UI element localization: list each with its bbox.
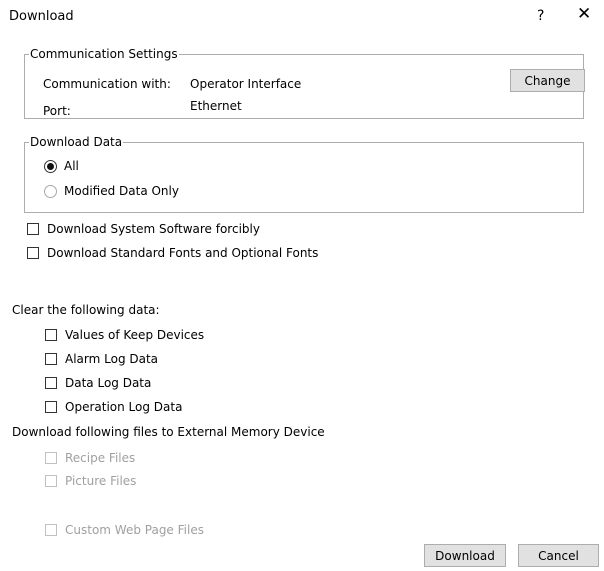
communication-with-label: Communication with:	[43, 77, 171, 91]
picture-files-label[interactable]: Picture Files	[65, 474, 136, 488]
keep-devices-label[interactable]: Values of Keep Devices	[65, 328, 204, 342]
radio-all[interactable]	[44, 160, 57, 173]
download-button[interactable]: Download	[424, 544, 506, 567]
recipe-files-checkbox[interactable]	[45, 452, 57, 464]
download-dialog: Download ? ✕ Communication Settings Comm…	[0, 0, 604, 571]
change-button-label: Change	[524, 73, 571, 88]
port-value: Ethernet	[190, 99, 242, 113]
port-label: Port:	[43, 104, 71, 118]
radio-all-dot	[47, 163, 54, 170]
download-data-group: Download Data	[24, 135, 584, 213]
clear-heading: Clear the following data:	[12, 303, 160, 317]
radio-modified-only[interactable]	[44, 185, 57, 198]
operation-log-label[interactable]: Operation Log Data	[65, 400, 182, 414]
alarm-log-label[interactable]: Alarm Log Data	[65, 352, 158, 366]
alarm-log-checkbox[interactable]	[45, 353, 57, 365]
web-page-files-checkbox[interactable]	[45, 524, 57, 536]
cancel-button[interactable]: Cancel	[518, 544, 599, 567]
communication-with-value: Operator Interface	[190, 77, 302, 91]
picture-files-checkbox[interactable]	[45, 475, 57, 487]
communication-settings-legend: Communication Settings	[30, 47, 178, 61]
external-heading: Download following files to External Mem…	[12, 425, 325, 439]
system-software-checkbox[interactable]	[27, 223, 39, 235]
radio-all-label[interactable]: All	[64, 159, 79, 173]
web-page-files-label[interactable]: Custom Web Page Files	[65, 523, 204, 537]
help-button[interactable]: ?	[537, 8, 544, 24]
keep-devices-checkbox[interactable]	[45, 329, 57, 341]
change-button[interactable]: Change	[510, 69, 585, 92]
operation-log-checkbox[interactable]	[45, 401, 57, 413]
fonts-checkbox[interactable]	[27, 247, 39, 259]
radio-modified-only-label[interactable]: Modified Data Only	[64, 184, 179, 198]
dialog-title: Download	[9, 9, 74, 24]
close-icon[interactable]: ✕	[577, 5, 591, 23]
fonts-label[interactable]: Download Standard Fonts and Optional Fon…	[47, 246, 318, 260]
cancel-button-label: Cancel	[538, 548, 579, 563]
download-button-label: Download	[435, 548, 495, 563]
data-log-label[interactable]: Data Log Data	[65, 376, 151, 390]
system-software-label[interactable]: Download System Software forcibly	[47, 222, 260, 236]
download-data-legend: Download Data	[30, 135, 123, 149]
recipe-files-label[interactable]: Recipe Files	[65, 451, 135, 465]
data-log-checkbox[interactable]	[45, 377, 57, 389]
